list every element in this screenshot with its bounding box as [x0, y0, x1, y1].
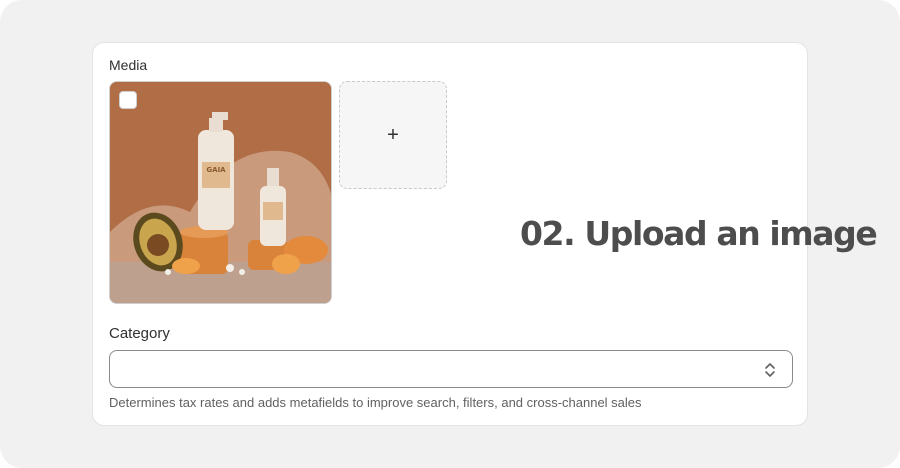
product-photo: GAIA	[110, 82, 331, 303]
add-media-button[interactable]: +	[339, 81, 447, 189]
category-help-text: Determines tax rates and adds metafields…	[109, 395, 642, 410]
step-caption: 02. Upload an image	[520, 214, 878, 253]
category-select[interactable]	[109, 350, 793, 388]
bottle-brand: GAIA	[206, 166, 226, 174]
plus-icon: +	[387, 123, 399, 146]
tutorial-frame: Media GAIA + Category Determines tax rat…	[0, 0, 900, 468]
media-label: Media	[109, 57, 148, 73]
chevron-up-down-icon	[765, 363, 775, 377]
media-thumbnail[interactable]: GAIA	[109, 81, 332, 304]
category-label: Category	[109, 325, 170, 342]
select-image-checkbox[interactable]	[119, 91, 137, 109]
